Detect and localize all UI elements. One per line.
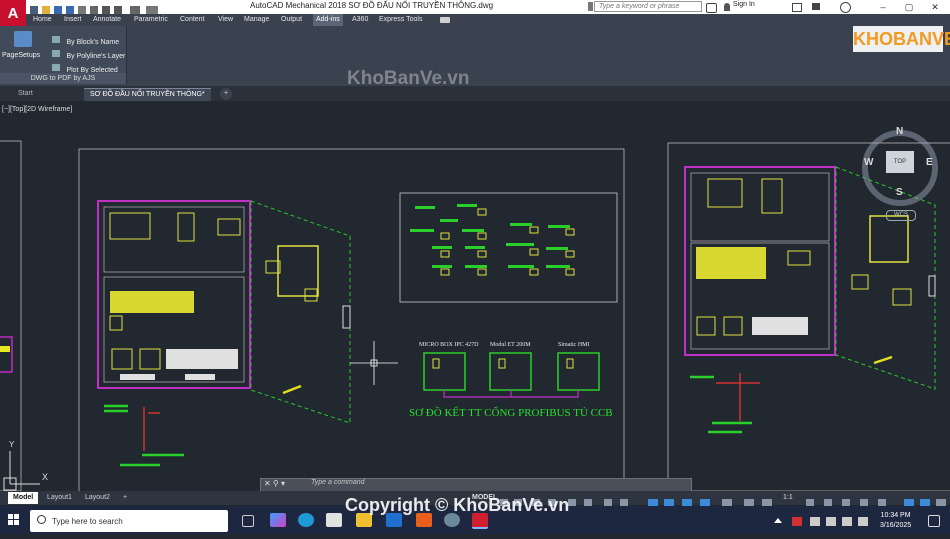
tab-view[interactable]: View <box>218 14 233 26</box>
tab-home[interactable]: Home <box>33 14 52 26</box>
tab-manage[interactable]: Manage <box>244 14 269 26</box>
taskbar-search-placeholder[interactable]: Type here to search <box>52 517 123 526</box>
drawing-svg[interactable] <box>0 101 950 500</box>
window-title: AutoCAD Mechanical 2018 SƠ ĐỒ ĐẤU NỐI TR… <box>250 1 494 10</box>
notification-icon[interactable] <box>928 515 940 527</box>
edge-icon[interactable] <box>298 513 314 527</box>
maximize-button[interactable]: ▢ <box>896 0 922 14</box>
page-setups-label: PageSetups <box>2 52 41 59</box>
device-label-micro-box: MICRO BOX IPC 427D <box>419 342 479 348</box>
close-button[interactable]: ✕ <box>922 0 948 14</box>
magnifier-icon <box>37 515 46 524</box>
store-icon[interactable] <box>326 513 342 527</box>
exchange-icon[interactable] <box>812 3 820 10</box>
viewport-controls-label[interactable]: [−][Top][2D Wireframe] <box>2 106 72 113</box>
sign-in-link[interactable]: Sign In <box>733 1 755 8</box>
terminal-block-frame <box>399 192 618 303</box>
compass-south[interactable]: S <box>896 187 903 198</box>
left-power-line <box>104 404 184 467</box>
taskbar-clock[interactable]: 10:34 PM 3/16/2025 <box>880 511 911 531</box>
drawing-caption: SƠ ĐỒ KẾT TT CỔNG PROFIBUS TỦ CCB <box>409 407 613 419</box>
tab-layout1[interactable]: Layout1 <box>42 492 77 504</box>
viewcube-top-face[interactable]: TOP <box>886 151 914 173</box>
plot-icon <box>52 64 60 72</box>
polyline-icon <box>52 50 60 58</box>
new-tab-button[interactable]: + <box>220 88 233 100</box>
search-icon-frame <box>588 2 593 11</box>
profibus-devices <box>423 352 600 398</box>
drawing-canvas[interactable] <box>0 101 950 500</box>
panel-title[interactable]: DWG to PDF by AJS <box>0 73 126 84</box>
autocad-logo-icon[interactable]: A <box>0 0 26 26</box>
block-icon <box>52 36 60 44</box>
windows-logo-icon <box>8 514 19 525</box>
compass-east[interactable]: E <box>926 157 933 168</box>
tray-icons[interactable] <box>770 515 870 527</box>
ucs-icon <box>3 451 40 491</box>
system-tray-icons[interactable] <box>770 514 870 526</box>
copyright-watermark: Copyright © KhoBanVe.vn <box>345 495 570 515</box>
device-label-hmi: Simatic HMI <box>558 342 590 348</box>
command-input[interactable]: Type a command <box>311 479 365 486</box>
tab-content[interactable]: Content <box>180 14 205 26</box>
cart-icon[interactable] <box>792 3 802 12</box>
compass-north[interactable]: N <box>896 126 903 137</box>
task-view-icon[interactable] <box>242 515 254 527</box>
left-cabinet-drawing <box>97 200 351 424</box>
tab-parametric[interactable]: Parametric <box>134 14 168 26</box>
tab-start[interactable]: Start <box>12 88 39 100</box>
quick-access-toolbar <box>30 2 180 14</box>
ribbon <box>0 26 950 86</box>
tab-drawing-active[interactable]: SƠ ĐỒ ĐẦU NỐI TRUYỀN THÔNG* <box>84 88 211 101</box>
help-icon[interactable] <box>840 2 851 13</box>
left-partial-frame <box>0 140 22 492</box>
tab-insert[interactable]: Insert <box>64 14 82 26</box>
status-right-icons[interactable] <box>800 494 948 506</box>
printer-icon <box>14 31 32 47</box>
tab-annotate[interactable]: Annotate <box>93 14 121 26</box>
clock-date: 3/16/2025 <box>880 522 912 529</box>
wcs-menu[interactable]: WCS <box>886 210 916 221</box>
binoculars-icon[interactable] <box>706 3 717 13</box>
windows-start-button[interactable] <box>0 506 28 534</box>
right-power-line <box>690 373 760 434</box>
clock-time: 10:34 PM <box>880 512 911 519</box>
command-line-close-icon[interactable]: ✕ ⚲ ▾ <box>264 479 285 488</box>
annotation-scale[interactable]: 1:1 <box>783 494 793 501</box>
minimize-button[interactable]: – <box>870 0 896 14</box>
crosshair-cursor <box>350 341 398 385</box>
ucs-y-label: Y <box>9 440 15 449</box>
compass-west[interactable]: W <box>864 157 873 168</box>
copilot-icon[interactable] <box>270 513 286 527</box>
user-icon[interactable] <box>724 3 730 11</box>
tab-layout2[interactable]: Layout2 <box>80 492 115 504</box>
add-layout-button[interactable]: + <box>118 492 132 504</box>
tab-express-tools[interactable]: Express Tools <box>379 14 422 26</box>
device-label-et200m: Modul ET 200M <box>490 342 531 348</box>
ucs-x-label: X <box>42 472 49 482</box>
khobanve-logo: KHOBANVE <box>853 26 950 52</box>
tab-output[interactable]: Output <box>281 14 302 26</box>
ribbon-toggle-icon[interactable] <box>440 17 450 23</box>
tab-model[interactable]: Model <box>8 492 39 504</box>
tab-add-ins[interactable]: Add-ins <box>313 14 343 26</box>
page-setups-button[interactable]: PageSetups <box>2 29 44 63</box>
tab-a360[interactable]: A360 <box>352 14 368 26</box>
keyword-search-input[interactable]: Type a keyword or phrase <box>594 1 702 12</box>
